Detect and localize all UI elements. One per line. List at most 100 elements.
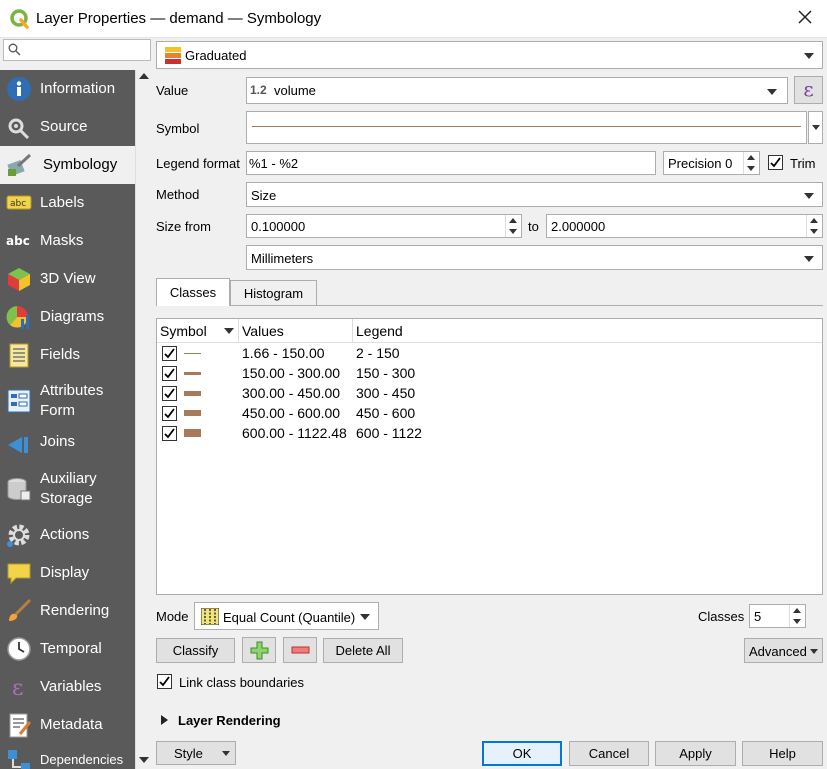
spin-arrows-icon[interactable] — [789, 605, 805, 627]
sidebar-item-display[interactable]: Display — [0, 554, 135, 592]
metadata-icon — [9, 713, 32, 738]
table-row[interactable]: 300.00 - 450.00 300 - 450 — [157, 384, 822, 404]
class-symbol — [184, 353, 201, 354]
sidebar-item-fields[interactable]: Fields — [0, 336, 135, 374]
chevron-down-icon — [360, 614, 370, 620]
column-header-symbol[interactable]: Symbol — [157, 319, 239, 343]
form-icon — [7, 389, 31, 413]
title-bar: Layer Properties — demand — Symbology — [0, 0, 827, 38]
tab-histogram[interactable]: Histogram — [230, 280, 317, 305]
spin-arrows-icon[interactable] — [806, 215, 822, 237]
clock-icon — [7, 637, 31, 661]
chevron-down-icon — [804, 53, 814, 59]
spin-arrows-icon[interactable] — [505, 215, 521, 237]
add-class-button[interactable] — [242, 637, 276, 663]
classes-table[interactable]: Symbol Values Legend 1.66 - 150.00 2 - 1… — [156, 318, 823, 595]
scroll-down-icon[interactable] — [139, 757, 149, 763]
trim-checkbox[interactable] — [768, 155, 783, 170]
close-icon[interactable] — [796, 8, 814, 26]
ok-button[interactable]: OK — [482, 741, 562, 766]
class-symbol — [184, 372, 201, 375]
sidebar-item-3d-view[interactable]: 3D View — [0, 260, 135, 298]
checkmark-icon — [164, 368, 175, 379]
sidebar-item-rendering[interactable]: Rendering — [0, 592, 135, 630]
column-header-values[interactable]: Values — [239, 319, 353, 343]
row-checkbox[interactable] — [162, 386, 177, 401]
expand-arrow-icon[interactable] — [161, 715, 168, 725]
sidebar-item-joins[interactable]: Joins — [0, 428, 135, 462]
row-checkbox[interactable] — [162, 406, 177, 421]
table-row[interactable]: 450.00 - 600.00 450 - 600 — [157, 404, 822, 424]
size-from-spinbox[interactable]: 0.100000 — [246, 214, 522, 238]
link-boundaries-checkbox[interactable] — [157, 674, 172, 689]
svg-text:abc: abc — [6, 234, 30, 248]
numeric-type-icon: 1.2 — [250, 83, 267, 97]
column-header-legend[interactable]: Legend — [353, 319, 822, 343]
sidebar-scrollbar[interactable] — [135, 70, 151, 769]
classes-spinbox[interactable]: 5 — [749, 604, 806, 628]
sidebar-item-temporal[interactable]: Temporal — [0, 630, 135, 668]
sidebar-item-information[interactable]: Information — [0, 70, 135, 108]
precision-spinbox[interactable]: Precision 0 — [663, 151, 760, 175]
sidebar-item-variables[interactable]: ε Variables — [0, 668, 135, 706]
advanced-button[interactable]: Advanced — [744, 638, 823, 663]
tab-classes[interactable]: Classes — [156, 278, 230, 306]
expression-button[interactable]: ε — [794, 76, 823, 104]
sidebar-item-attributes-form[interactable]: Attributes Form — [0, 374, 135, 428]
apply-button[interactable]: Apply — [655, 741, 736, 766]
layer-rendering-section[interactable]: Layer Rendering — [178, 713, 281, 728]
legend-format-input[interactable]: %1 - %2 — [246, 151, 656, 175]
symbol-menu-button[interactable] — [808, 111, 823, 144]
svg-text:abc: abc — [10, 199, 26, 209]
checkmark-icon — [164, 388, 175, 399]
sidebar-item-source[interactable]: Source — [0, 108, 135, 146]
mode-select[interactable]: Equal Count (Quantile) — [194, 602, 379, 630]
sidebar-item-metadata[interactable]: Metadata — [0, 706, 135, 744]
fields-icon — [9, 343, 29, 368]
sidebar-item-auxiliary-storage[interactable]: Auxiliary Storage — [0, 462, 135, 516]
class-values: 150.00 - 300.00 — [242, 365, 341, 381]
table-row[interactable]: 600.00 - 1122.48 600 - 1122 — [157, 424, 822, 444]
table-row[interactable]: 1.66 - 150.00 2 - 150 — [157, 344, 822, 364]
sidebar-item-label: Attributes Form — [40, 382, 104, 419]
sidebar-item-label: Dependencies — [40, 752, 124, 767]
checkmark-icon — [164, 348, 175, 359]
cancel-button[interactable]: Cancel — [569, 741, 649, 766]
size-to-spinbox[interactable]: 2.000000 — [546, 214, 823, 238]
search-input[interactable] — [3, 39, 151, 61]
help-button[interactable]: Help — [742, 741, 823, 766]
sidebar-item-label: Rendering — [40, 602, 110, 619]
sidebar-item-diagrams[interactable]: Diagrams — [0, 298, 135, 336]
row-checkbox[interactable] — [162, 366, 177, 381]
table-row[interactable]: 150.00 - 300.00 150 - 300 — [157, 364, 822, 384]
unit-select[interactable]: Millimeters — [246, 245, 823, 270]
row-checkbox[interactable] — [162, 426, 177, 441]
renderer-select[interactable]: Graduated — [156, 41, 823, 69]
chevron-down-icon — [804, 255, 814, 262]
sidebar-item-label: Symbology — [43, 156, 118, 173]
class-values: 600.00 - 1122.48 — [242, 425, 347, 441]
masks-icon: abc — [6, 234, 30, 248]
database-icon — [7, 478, 31, 501]
value-field-select[interactable]: 1.2 volume — [246, 77, 788, 104]
row-checkbox[interactable] — [162, 346, 177, 361]
checkmark-icon — [164, 428, 175, 439]
style-button[interactable]: Style — [156, 741, 236, 765]
checkmark-icon — [770, 157, 781, 168]
remove-class-button[interactable] — [283, 637, 317, 663]
sidebar-item-symbology[interactable]: Symbology — [0, 146, 135, 184]
symbol-button[interactable] — [246, 111, 807, 144]
brush-icon — [9, 598, 32, 621]
scroll-up-icon[interactable] — [139, 73, 149, 79]
sidebar-item-labels[interactable]: abc Labels — [0, 184, 135, 222]
spin-arrows-icon[interactable] — [743, 152, 759, 174]
method-select[interactable]: Size — [246, 182, 823, 207]
sidebar-item-dependencies[interactable]: Dependencies — [0, 744, 135, 769]
sidebar: Information Source Symbology abc Labels … — [0, 70, 135, 769]
sidebar-item-actions[interactable]: Actions — [0, 516, 135, 554]
classify-button[interactable]: Classify — [156, 638, 235, 663]
sidebar-item-label: Joins — [40, 433, 76, 450]
sidebar-item-masks[interactable]: abc Masks — [0, 222, 135, 260]
delete-all-button[interactable]: Delete All — [323, 638, 403, 663]
source-icon — [8, 118, 30, 140]
